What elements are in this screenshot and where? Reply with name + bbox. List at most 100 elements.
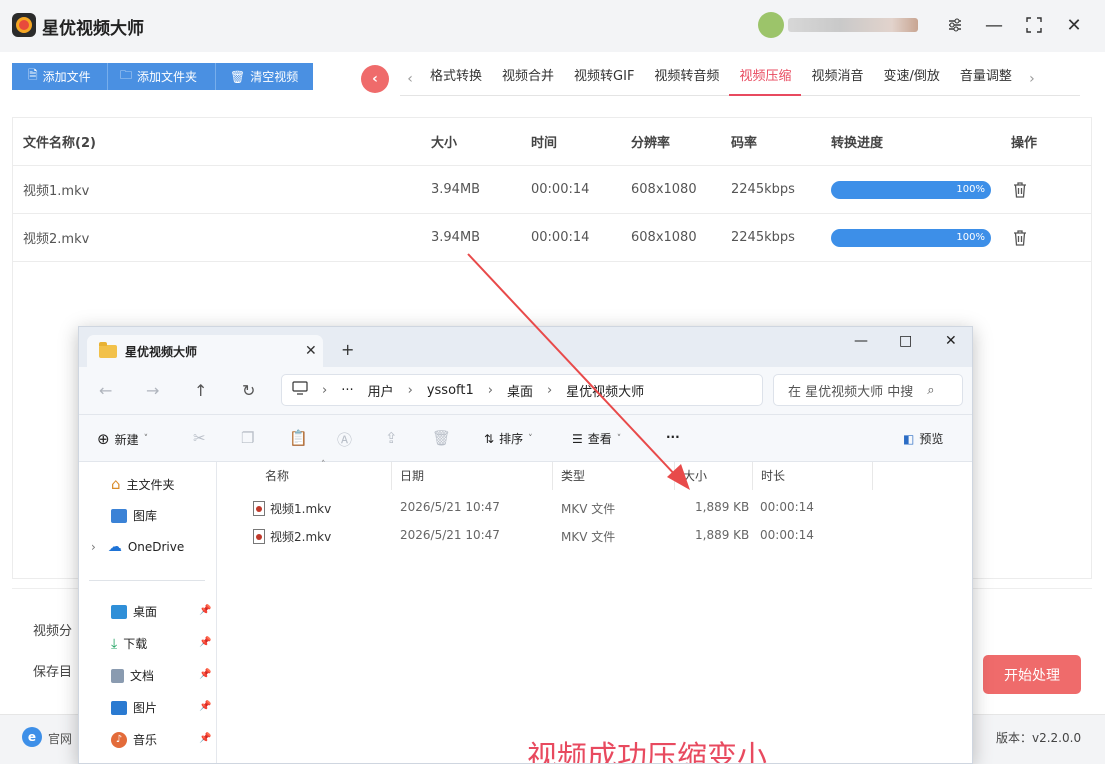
cut-icon[interactable]: ✂ bbox=[193, 429, 206, 447]
back-button[interactable]: ‹ bbox=[361, 65, 389, 93]
col-duration-header[interactable]: 时长 bbox=[753, 462, 873, 490]
pin-icon: 📌 bbox=[199, 605, 212, 616]
official-site-link[interactable]: 官网 bbox=[48, 730, 72, 747]
gallery-icon bbox=[111, 508, 127, 523]
tab-video-compress[interactable]: 视频压缩 bbox=[729, 62, 802, 96]
breadcrumb-user[interactable]: yssoft1 bbox=[427, 383, 474, 398]
explorer-maximize-button[interactable]: □ bbox=[899, 333, 912, 349]
close-button[interactable]: ✕ bbox=[1061, 12, 1087, 38]
avatar[interactable] bbox=[758, 12, 784, 38]
maximize-button[interactable] bbox=[1021, 12, 1047, 38]
list-item[interactable]: 视频2.mkv 2026/5/21 10:47 MKV 文件 1,889 KB … bbox=[231, 523, 971, 549]
monitor-icon bbox=[292, 381, 308, 399]
breadcrumb-folder[interactable]: 星优视频大师 bbox=[566, 381, 644, 400]
explorer-tab[interactable]: 星优视频大师 ✕ bbox=[87, 335, 323, 367]
delete-icon[interactable] bbox=[1011, 229, 1029, 247]
nav-gallery-label: 图库 bbox=[133, 509, 158, 523]
minimize-button[interactable]: — bbox=[981, 12, 1007, 38]
up-arrow-icon[interactable]: ↑ bbox=[194, 381, 207, 400]
search-icon: ⌕ bbox=[927, 382, 935, 398]
split-label: 视频分 bbox=[33, 624, 73, 639]
list-item[interactable]: 视频1.mkv 2026/5/21 10:47 MKV 文件 1,889 KB … bbox=[231, 495, 971, 521]
file-name: 视频1.mkv bbox=[253, 500, 331, 517]
browser-icon[interactable]: e bbox=[22, 727, 42, 747]
breadcrumb-desktop[interactable]: 桌面 bbox=[507, 381, 533, 400]
breadcrumb-more[interactable]: ··· bbox=[341, 383, 353, 398]
nav-music[interactable]: ♪ 音乐 bbox=[111, 731, 157, 748]
copy-icon[interactable]: ❐ bbox=[241, 429, 254, 447]
tab-close-icon[interactable]: ✕ bbox=[305, 343, 317, 359]
view-list-icon: ☰ bbox=[572, 431, 583, 446]
desktop-icon bbox=[111, 604, 127, 619]
nav-onedrive[interactable]: › ☁ OneDrive bbox=[91, 539, 184, 555]
nav-desktop-label: 桌面 bbox=[133, 605, 158, 619]
breadcrumb-users[interactable]: 用户 bbox=[368, 381, 394, 400]
col-size: 大小 bbox=[431, 136, 458, 151]
file-explorer-window: 星优视频大师 ✕ + — □ ✕ ← → ↑ ↻ › ··· 用户 › ysso… bbox=[78, 326, 973, 764]
nav-documents-label: 文档 bbox=[130, 669, 155, 683]
chevron-down-icon: ˅ bbox=[143, 434, 149, 444]
pin-icon: 📌 bbox=[199, 701, 212, 712]
delete-icon[interactable] bbox=[1011, 181, 1029, 199]
add-folder-button[interactable]: 🗀 添加文件夹 bbox=[108, 63, 216, 90]
nav-home[interactable]: ⌂ 主文件夹 bbox=[111, 475, 175, 493]
cloud-icon: ☁ bbox=[107, 539, 122, 555]
nav-documents[interactable]: 文档 bbox=[111, 667, 154, 684]
tab-format-convert[interactable]: 格式转换 bbox=[420, 62, 492, 96]
nav-divider bbox=[89, 580, 205, 581]
function-tabs: ‹ 格式转换 视频合并 视频转GIF 视频转音频 视频压缩 视频消音 变速/倒放… bbox=[400, 62, 1080, 96]
add-file-button[interactable]: 🗎 添加文件 bbox=[12, 63, 108, 90]
share-icon[interactable]: ⇪ bbox=[385, 429, 398, 447]
col-name-header[interactable]: 名称 bbox=[257, 462, 399, 490]
table-row[interactable]: 视频1.mkv 3.94MB 00:00:14 608x1080 2245kbp… bbox=[13, 166, 1091, 214]
col-type-header[interactable]: 类型 bbox=[553, 462, 675, 490]
col-action: 操作 bbox=[1011, 136, 1038, 151]
preview-button[interactable]: ◧ 预览 bbox=[903, 430, 943, 447]
explorer-command-bar: ⊕ 新建 ˅ ✂ ❐ 📋 Ⓐ ⇪ 🗑 ⇅ 排序 ˅ ☰ 查看 ˅ ··· ◧ 预… bbox=[79, 415, 972, 462]
view-button[interactable]: ☰ 查看 ˅ bbox=[572, 430, 621, 447]
paste-icon[interactable]: 📋 bbox=[289, 429, 308, 447]
delete-icon[interactable]: 🗑 bbox=[432, 429, 451, 447]
refresh-icon[interactable]: ↻ bbox=[242, 381, 255, 400]
nav-desktop[interactable]: 桌面 bbox=[111, 603, 157, 620]
tab-video-mute[interactable]: 视频消音 bbox=[801, 62, 873, 96]
explorer-close-button[interactable]: ✕ bbox=[945, 333, 957, 349]
explorer-minimize-button[interactable]: — bbox=[854, 333, 868, 349]
file-type: MKV 文件 bbox=[561, 530, 616, 544]
tab-video-to-gif[interactable]: 视频转GIF bbox=[564, 62, 644, 96]
nav-gallery[interactable]: 图库 bbox=[111, 507, 157, 524]
sliders-icon[interactable] bbox=[942, 12, 968, 38]
pin-icon: 📌 bbox=[199, 733, 212, 744]
forward-arrow-icon[interactable]: → bbox=[146, 381, 159, 400]
breadcrumb-chevron-icon: › bbox=[487, 382, 493, 398]
col-duration-label: 时长 bbox=[761, 469, 786, 483]
search-input[interactable]: 在 星优视频大师 中搜 ⌕ bbox=[773, 374, 963, 406]
address-bar[interactable]: › ··· 用户 › yssoft1 › 桌面 › 星优视频大师 bbox=[281, 374, 763, 406]
file-name: 视频2.mkv bbox=[253, 528, 331, 545]
nav-pictures-label: 图片 bbox=[133, 701, 158, 715]
clear-video-button[interactable]: 🗑 清空视频 bbox=[216, 63, 313, 90]
col-filename: 文件名称(2) bbox=[23, 136, 96, 151]
tab-video-merge[interactable]: 视频合并 bbox=[492, 62, 564, 96]
table-row[interactable]: 视频2.mkv 3.94MB 00:00:14 608x1080 2245kbp… bbox=[13, 214, 1091, 262]
app-title: 星优视频大师 bbox=[42, 19, 144, 39]
col-size-label: 大小 bbox=[683, 469, 708, 483]
back-arrow-icon[interactable]: ← bbox=[99, 381, 112, 400]
start-process-button[interactable]: 开始处理 bbox=[983, 655, 1081, 694]
tab-speed-reverse[interactable]: 变速/倒放 bbox=[873, 62, 949, 96]
nav-pictures[interactable]: 图片 bbox=[111, 699, 157, 716]
tabs-left-arrow-icon[interactable]: ‹ bbox=[400, 71, 420, 87]
tabs-right-arrow-icon[interactable]: › bbox=[1022, 71, 1042, 87]
tab-volume-adjust[interactable]: 音量调整 bbox=[950, 62, 1022, 96]
new-button[interactable]: ⊕ 新建 ˅ bbox=[97, 430, 148, 448]
col-bitrate: 码率 bbox=[731, 136, 758, 151]
nav-downloads[interactable]: ⤓ 下载 bbox=[111, 635, 147, 652]
rename-icon[interactable]: Ⓐ bbox=[337, 429, 352, 450]
tab-video-to-audio[interactable]: 视频转音频 bbox=[644, 62, 729, 96]
sort-button[interactable]: ⇅ 排序 ˅ bbox=[484, 430, 533, 447]
new-tab-icon[interactable]: + bbox=[341, 340, 354, 359]
user-name-blurred[interactable] bbox=[788, 18, 918, 32]
col-date-header[interactable]: 日期 bbox=[391, 462, 553, 490]
col-size-header[interactable]: 大小 bbox=[675, 462, 753, 490]
more-options-button[interactable]: ··· bbox=[666, 430, 680, 444]
